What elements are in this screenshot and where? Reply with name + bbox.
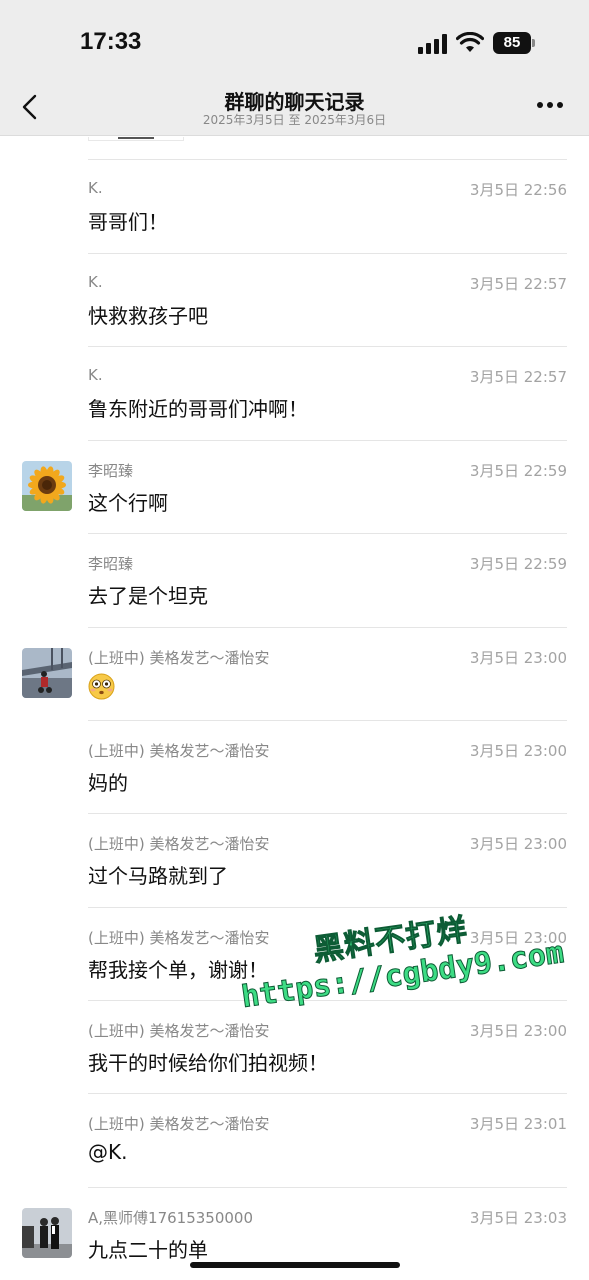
two-people-avatar[interactable] [22, 1208, 72, 1258]
message-sender: (上班中) 美格发艺～潘怡安 [88, 649, 270, 667]
message-time: 3月5日 22:59 [469, 462, 567, 480]
message-row[interactable]: K. 3月5日 22:56 哥哥们！ [0, 159, 589, 252]
message-sender: (上班中) 美格发艺～潘怡安 [88, 835, 270, 853]
message-time: 3月5日 23:00 [469, 929, 567, 947]
message-text: 九点二十的单 [88, 1238, 208, 1262]
message-row[interactable]: (上班中) 美格发艺～潘怡安 3月5日 23:00 过个马路就到了 [0, 813, 589, 906]
cellular-signal-icon [418, 34, 447, 54]
message-divider [88, 720, 567, 721]
battery-cap [532, 39, 535, 47]
message-sender: K. [88, 179, 103, 197]
message-time: 3月5日 22:56 [469, 181, 567, 199]
message-text: 帮我接个单，谢谢！ [88, 958, 268, 982]
message-divider [88, 1187, 567, 1188]
message-row[interactable]: 李昭臻 3月5日 22:59 这个行啊 [0, 440, 589, 533]
home-indicator [190, 1262, 400, 1268]
message-sender: 李昭臻 [88, 462, 134, 480]
message-divider [88, 1000, 567, 1001]
message-text: 这个行啊 [88, 491, 168, 515]
message-time: 3月5日 22:57 [469, 275, 567, 293]
message-time: 3月5日 23:00 [469, 835, 567, 853]
message-row[interactable]: K. 3月5日 22:57 鲁东附近的哥哥们冲啊！ [0, 346, 589, 439]
message-sender: (上班中) 美格发艺～潘怡安 [88, 1115, 270, 1133]
more-dots-icon[interactable] [536, 100, 564, 110]
message-sender: (上班中) 美格发艺～潘怡安 [88, 1022, 270, 1040]
battery-level: 85 [503, 34, 521, 51]
message-sender: K. [88, 366, 103, 384]
message-sender: 李昭臻 [88, 555, 134, 573]
message-divider [88, 440, 567, 441]
message-row[interactable]: (上班中) 美格发艺～潘怡安 3月5日 23:00 [0, 627, 589, 720]
chat-record-list[interactable]: K. 3月5日 22:56 哥哥们！ K. 3月5日 22:57 快救救孩子吧 K. 3月5日… [0, 137, 589, 1280]
message-text: 去了是个坦克 [88, 584, 208, 608]
message-row[interactable]: (上班中) 美格发艺～潘怡安 3月5日 23:00 妈的 [0, 720, 589, 813]
message-divider [88, 1093, 567, 1094]
message-sender: K. [88, 273, 103, 291]
message-divider [88, 159, 567, 160]
message-time: 3月5日 23:03 [469, 1209, 567, 1227]
message-sender: A,黑师傅17615350000 [88, 1209, 254, 1227]
date-range-subtitle: 2025年3月5日 至 2025年3月6日 [202, 113, 387, 127]
flushed-face-emoji [88, 673, 115, 700]
message-sender: (上班中) 美格发艺～潘怡安 [88, 742, 270, 760]
message-time: 3月5日 23:01 [469, 1115, 567, 1133]
motorcycle-bridge-avatar[interactable] [22, 648, 72, 698]
message-text: 我干的时候给你们拍视频！ [88, 1051, 328, 1075]
message-time: 3月5日 23:00 [469, 1022, 567, 1040]
message-time: 3月5日 23:00 [469, 742, 567, 760]
nav-bar: 群聊的聊天记录 2025年3月5日 至 2025年3月6日 [0, 86, 589, 136]
message-time: 3月5日 22:57 [469, 368, 567, 386]
sunflower-avatar[interactable] [22, 461, 72, 511]
message-text: 妈的 [88, 771, 128, 795]
partial-previous-item-bar [118, 137, 154, 139]
message-text: @K. [88, 1140, 128, 1164]
message-row[interactable]: 李昭臻 3月5日 22:59 去了是个坦克 [0, 533, 589, 626]
message-divider [88, 627, 567, 628]
message-text: 过个马路就到了 [88, 864, 228, 888]
status-bar: 17:33 85 [0, 0, 589, 86]
message-time: 3月5日 23:00 [469, 649, 567, 667]
message-row[interactable]: (上班中) 美格发艺～潘怡安 3月5日 23:00 帮我接个单，谢谢！ [0, 907, 589, 1000]
wifi-icon [456, 32, 484, 52]
battery-indicator: 85 [493, 32, 535, 54]
message-row[interactable]: (上班中) 美格发艺～潘怡安 3月5日 23:00 我干的时候给你们拍视频！ [0, 1000, 589, 1093]
message-divider [88, 533, 567, 534]
message-divider [88, 907, 567, 908]
message-text: 鲁东附近的哥哥们冲啊！ [88, 397, 308, 421]
message-text: 快救救孩子吧 [88, 304, 208, 328]
message-divider [88, 813, 567, 814]
message-divider [88, 346, 567, 347]
message-time: 3月5日 22:59 [469, 555, 567, 573]
status-time: 17:33 [80, 28, 142, 55]
message-text: 哥哥们！ [88, 210, 168, 234]
message-sender: (上班中) 美格发艺～潘怡安 [88, 929, 270, 947]
message-row[interactable]: K. 3月5日 22:57 快救救孩子吧 [0, 253, 589, 346]
message-row[interactable]: (上班中) 美格发艺～潘怡安 3月5日 23:01 @K. [0, 1093, 589, 1186]
message-divider [88, 253, 567, 254]
